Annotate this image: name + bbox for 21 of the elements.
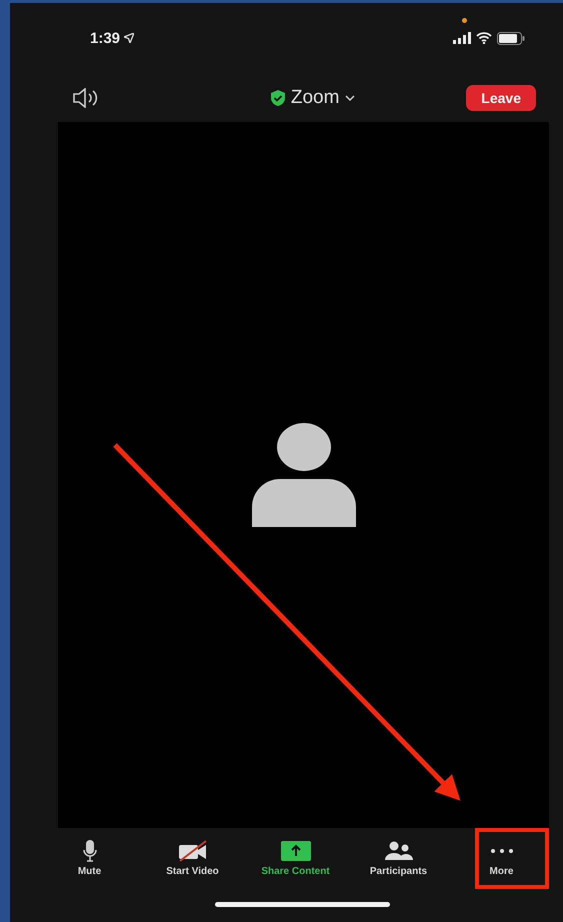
wifi-icon (476, 32, 492, 44)
speaker-icon[interactable] (72, 88, 100, 108)
microphone-icon (82, 840, 96, 862)
toolbar-button[interactable]: Participants (347, 840, 450, 876)
toolbar-button[interactable]: Mute (38, 840, 141, 876)
privacy-indicator-icon (462, 18, 467, 22)
share-screen-icon (280, 840, 310, 860)
more-icon (490, 848, 514, 854)
toolbar-button[interactable]: Start Video (141, 840, 244, 876)
shield-check-icon (270, 90, 285, 106)
participants-icon (384, 840, 412, 860)
leave-button[interactable]: Leave (466, 84, 536, 110)
location-arrow-icon (124, 33, 134, 43)
signal-icon (453, 32, 471, 44)
status-time: 1:39 (90, 30, 134, 46)
video-off-icon (176, 840, 208, 862)
meeting-title[interactable]: Zoom (290, 86, 340, 108)
toolbar-button[interactable]: More (450, 840, 553, 876)
toolbar-button[interactable]: Share Content (244, 840, 347, 876)
battery-icon (497, 32, 525, 44)
chevron-down-icon[interactable] (345, 94, 356, 100)
